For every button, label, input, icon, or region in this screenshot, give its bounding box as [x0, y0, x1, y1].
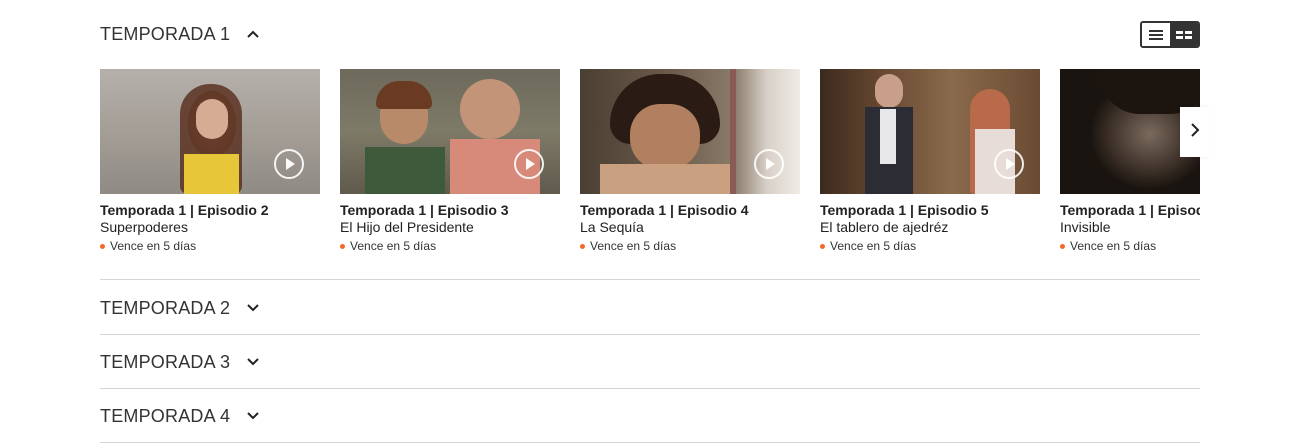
episode-label: Temporada 1 | Episodio 3	[340, 202, 509, 218]
episode-thumbnail[interactable]	[1060, 69, 1200, 194]
status-dot-icon	[1060, 243, 1065, 249]
play-icon[interactable]	[754, 149, 784, 179]
play-icon[interactable]	[514, 149, 544, 179]
expiry-status: Vence en 5 días	[820, 239, 1040, 253]
season-3-title: TEMPORADA 3	[100, 351, 231, 372]
episode-title: El tablero de ajedréz	[820, 219, 949, 235]
chevron-down-icon[interactable]	[244, 407, 262, 425]
episode-thumbnail[interactable]	[820, 69, 1040, 194]
episode-card[interactable]: Temporada 1 | Episodio 4 La Sequía Vence…	[580, 69, 800, 253]
list-view-icon[interactable]	[1142, 23, 1170, 46]
season-1-title: TEMPORADA 1	[100, 23, 231, 44]
expiry-status: Vence en 5 días	[1060, 239, 1200, 253]
episode-title: Invisible	[1060, 219, 1111, 235]
episode-card[interactable]: Temporada 1 | Episodi Invisible Vence en…	[1060, 69, 1200, 253]
episode-title: El Hijo del Presidente	[340, 219, 474, 235]
episode-thumbnail[interactable]	[580, 69, 800, 194]
chevron-right-icon	[1190, 122, 1200, 142]
season-4-header[interactable]: TEMPORADA 4	[100, 389, 1200, 443]
expiry-text: Vence en 5 días	[1070, 239, 1157, 253]
episode-label: Temporada 1 | Episodio 5	[820, 202, 989, 218]
play-icon[interactable]	[994, 149, 1024, 179]
episode-carousel: Temporada 1 | Episodio 2 Superpoderes Ve…	[100, 69, 1200, 259]
expiry-status: Vence en 5 días	[580, 239, 800, 253]
status-dot-icon	[580, 243, 585, 249]
episode-label: Temporada 1 | Episodio 4	[580, 202, 749, 218]
chevron-up-icon[interactable]	[244, 25, 262, 43]
expiry-text: Vence en 5 días	[590, 239, 677, 253]
episode-label: Temporada 1 | Episodi	[1060, 202, 1200, 218]
carousel-next-button[interactable]	[1180, 107, 1210, 157]
expiry-status: Vence en 5 días	[340, 239, 560, 253]
episode-label: Temporada 1 | Episodio 2	[100, 202, 269, 218]
episode-card[interactable]: Temporada 1 | Episodio 2 Superpoderes Ve…	[100, 69, 320, 253]
season-3-header[interactable]: TEMPORADA 3	[100, 335, 1200, 389]
episode-card[interactable]: Temporada 1 | Episodio 3 El Hijo del Pre…	[340, 69, 560, 253]
episode-title: La Sequía	[580, 219, 644, 235]
status-dot-icon	[100, 243, 105, 249]
expiry-text: Vence en 5 días	[110, 239, 197, 253]
status-dot-icon	[340, 243, 345, 249]
grid-view-icon[interactable]	[1170, 23, 1198, 46]
expiry-status: Vence en 5 días	[100, 239, 320, 253]
play-icon[interactable]	[274, 149, 304, 179]
chevron-down-icon[interactable]	[244, 299, 262, 317]
season-4-title: TEMPORADA 4	[100, 405, 231, 426]
view-toggle	[1140, 21, 1200, 48]
episode-thumbnail[interactable]	[100, 69, 320, 194]
chevron-down-icon[interactable]	[244, 353, 262, 371]
episode-title: Superpoderes	[100, 219, 188, 235]
season-2-header[interactable]: TEMPORADA 2	[100, 281, 1200, 335]
season-2-title: TEMPORADA 2	[100, 297, 231, 318]
expiry-text: Vence en 5 días	[830, 239, 917, 253]
divider	[100, 279, 1200, 280]
episode-card[interactable]: Temporada 1 | Episodio 5 El tablero de a…	[820, 69, 1040, 253]
episode-thumbnail[interactable]	[340, 69, 560, 194]
status-dot-icon	[820, 243, 825, 249]
season-1-header[interactable]: TEMPORADA 1	[100, 7, 1200, 61]
expiry-text: Vence en 5 días	[350, 239, 437, 253]
